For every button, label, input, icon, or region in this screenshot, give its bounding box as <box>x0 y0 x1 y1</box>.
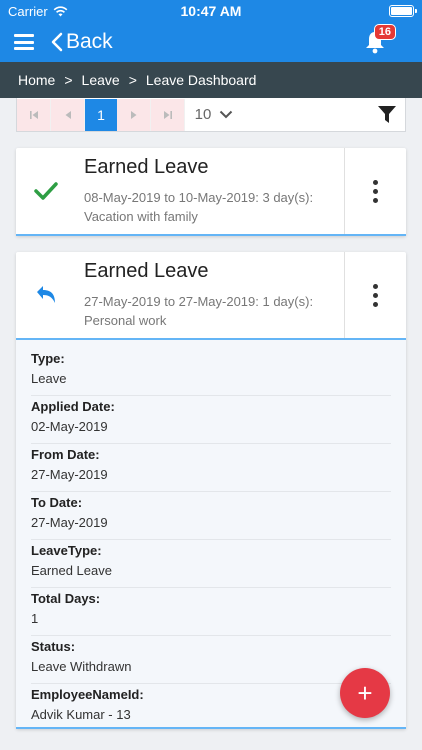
breadcrumb-separator: > <box>64 72 73 88</box>
check-icon <box>34 182 58 200</box>
battery-icon <box>389 5 417 17</box>
detail-value: 02-May-2019 <box>31 419 108 434</box>
breadcrumb: Home > Leave > Leave Dashboard <box>0 62 422 98</box>
detail-row-status: Status: Leave Withdrawn <box>31 636 391 684</box>
detail-label: From Date: <box>31 447 100 462</box>
detail-row-leave-type: LeaveType: Earned Leave <box>31 540 391 588</box>
breadcrumb-separator: > <box>128 72 137 88</box>
leave-card-header[interactable]: Earned Leave 27-May-2019 to 27-May-2019:… <box>16 252 406 340</box>
undo-icon <box>37 286 55 303</box>
triangle-right-icon <box>130 110 136 119</box>
first-page-button[interactable] <box>17 98 51 131</box>
clock: 10:47 AM <box>180 3 242 19</box>
card-reason: Vacation with family <box>84 209 198 224</box>
chevron-left-icon <box>51 32 63 52</box>
leave-card-header[interactable]: Earned Leave 08-May-2019 to 10-May-2019:… <box>16 148 406 236</box>
card-dates: 08-May-2019 to 10-May-2019: 3 day(s): <box>84 190 314 205</box>
detail-label: Type: <box>31 351 65 366</box>
last-page-button[interactable] <box>151 98 185 131</box>
detail-label: Applied Date: <box>31 399 115 414</box>
detail-row-applied-date: Applied Date: 02-May-2019 <box>31 396 391 444</box>
breadcrumb-home[interactable]: Home <box>18 72 55 88</box>
detail-label: LeaveType: <box>31 543 102 558</box>
detail-value: 27-May-2019 <box>31 515 108 530</box>
detail-label: To Date: <box>31 495 83 510</box>
back-label: Back <box>66 30 113 53</box>
status-bar: Carrier 10:47 AM <box>0 0 422 22</box>
card-reason: Personal work <box>84 313 167 328</box>
status-left: Carrier <box>8 4 68 19</box>
page-1-button[interactable]: 1 <box>85 98 117 131</box>
card-dates: 27-May-2019 to 27-May-2019: 1 day(s): <box>84 294 314 309</box>
card-title: Earned Leave <box>84 260 209 282</box>
detail-row-to-date: To Date: 27-May-2019 <box>31 492 391 540</box>
hamburger-menu-icon[interactable] <box>14 34 34 50</box>
back-button[interactable]: Back <box>50 30 113 54</box>
previous-page-button[interactable] <box>51 98 85 131</box>
detail-row-from-date: From Date: 27-May-2019 <box>31 444 391 492</box>
more-vertical-icon <box>373 283 378 307</box>
page-size-select[interactable]: 10 <box>185 98 243 131</box>
detail-row-employee: EmployeeNameId: Advik Kumar - 13 <box>31 684 391 727</box>
detail-value: Leave Withdrawn <box>31 659 132 674</box>
breadcrumb-leave[interactable]: Leave <box>82 72 120 88</box>
next-page-button[interactable] <box>117 98 151 131</box>
leave-details: Type: Leave Applied Date: 02-May-2019 Fr… <box>16 340 406 729</box>
card-status-icon-wrap <box>16 148 76 234</box>
chevron-down-icon <box>220 110 233 119</box>
leave-card-expanded[interactable]: Earned Leave 27-May-2019 to 27-May-2019:… <box>16 252 406 729</box>
detail-label: EmployeeNameId: <box>31 687 144 702</box>
leave-card[interactable]: Earned Leave 08-May-2019 to 10-May-2019:… <box>16 148 406 236</box>
wifi-icon <box>53 5 68 16</box>
app-bar: Back 16 <box>0 22 422 62</box>
more-vertical-icon <box>373 179 378 203</box>
plus-icon: + <box>357 677 373 708</box>
detail-label: Status: <box>31 639 76 654</box>
card-more-button[interactable] <box>344 252 406 338</box>
page-size-value: 10 <box>194 106 212 123</box>
triangle-left-icon <box>65 110 71 119</box>
pager: 1 10 <box>16 98 406 132</box>
add-leave-button[interactable]: + <box>340 668 390 718</box>
notification-badge: 16 <box>373 24 396 40</box>
card-body: Earned Leave 27-May-2019 to 27-May-2019:… <box>76 252 344 338</box>
card-body: Earned Leave 08-May-2019 to 10-May-2019:… <box>76 148 344 234</box>
filter-icon[interactable] <box>377 105 397 125</box>
detail-value: 27-May-2019 <box>31 467 108 482</box>
first-page-icon <box>29 110 38 119</box>
detail-row-total-days: Total Days: 1 <box>31 588 391 636</box>
breadcrumb-leave-dashboard: Leave Dashboard <box>145 72 257 88</box>
detail-row-type: Type: Leave <box>31 348 391 396</box>
detail-label: Total Days: <box>31 591 101 606</box>
card-title: Earned Leave <box>84 156 209 178</box>
card-more-button[interactable] <box>344 148 406 234</box>
card-status-icon-wrap <box>16 252 76 338</box>
detail-value: Earned Leave <box>31 563 112 578</box>
last-page-icon <box>163 110 172 119</box>
detail-value: Advik Kumar - 13 <box>31 707 131 722</box>
detail-value: 1 <box>31 611 39 626</box>
carrier-label: Carrier <box>8 3 48 19</box>
detail-value: Leave <box>31 371 67 386</box>
